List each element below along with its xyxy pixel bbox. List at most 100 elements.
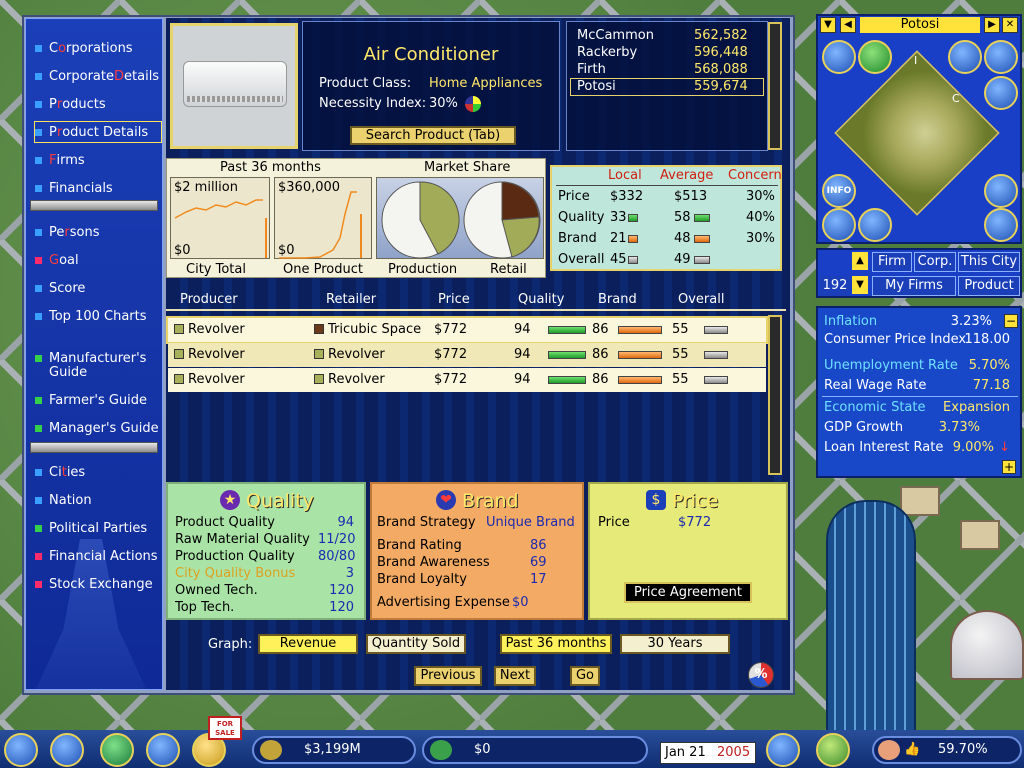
brand-icon: ❤ bbox=[436, 490, 456, 510]
sidebar-item-6[interactable]: Pe r sons bbox=[35, 222, 161, 242]
bullet-icon bbox=[35, 424, 42, 432]
sidebar-item-12[interactable]: Farmer's Guide bbox=[35, 390, 161, 410]
dollar-icon[interactable] bbox=[858, 40, 892, 74]
corp-filter-button[interactable]: Corp. bbox=[914, 252, 956, 272]
sidebar-item-11[interactable]: Guide bbox=[35, 362, 161, 382]
sidebar-item-8[interactable]: Score bbox=[35, 278, 161, 298]
sidebar-item-label: Manager's Guide bbox=[49, 420, 159, 436]
expand-icon[interactable]: + bbox=[1002, 460, 1016, 474]
this-city-filter-button[interactable]: This City bbox=[958, 252, 1020, 272]
sidebar-item-15[interactable]: Nation bbox=[35, 490, 161, 510]
sidebar-item-14[interactable]: Ci t ies bbox=[35, 462, 161, 482]
info-label: INFO bbox=[826, 186, 852, 196]
map-next-button[interactable]: ▶ bbox=[984, 17, 1000, 33]
sidebar-item-1[interactable]: Corporate Details bbox=[35, 66, 161, 86]
sidebar-item-18[interactable]: Stock Exchange bbox=[35, 574, 161, 594]
product-class-label: Product Class: bbox=[319, 76, 412, 91]
city-name[interactable]: Potosi bbox=[577, 79, 616, 94]
table-row[interactable]: Revolver Revolver $772 94 86 55 bbox=[168, 343, 766, 367]
comparison-header-rule bbox=[556, 185, 778, 186]
sidebar-item-7[interactable]: Goal bbox=[35, 250, 161, 270]
quantity-sold-button[interactable]: Quantity Sold bbox=[366, 634, 466, 654]
city-name[interactable]: Rackerby bbox=[577, 45, 637, 60]
advertising-value: $0 bbox=[512, 595, 529, 610]
next-button[interactable]: Next bbox=[494, 666, 536, 686]
factory-icon[interactable] bbox=[984, 174, 1018, 208]
city-list-scrollbar[interactable] bbox=[768, 22, 782, 150]
pickaxe-icon[interactable] bbox=[984, 40, 1018, 74]
overall-cell: 55 bbox=[672, 347, 689, 362]
products-table-scrollbar[interactable] bbox=[768, 315, 782, 475]
building-menu-icon[interactable] bbox=[4, 733, 38, 767]
bullet-icon bbox=[35, 184, 42, 192]
firm-filter-button[interactable]: Firm bbox=[872, 252, 912, 272]
city-view-icon[interactable] bbox=[858, 208, 892, 242]
table-row[interactable]: Revolver Tricubic Space $772 94 86 55 bbox=[166, 316, 768, 344]
sidebar-item-label: P bbox=[49, 96, 57, 112]
globe-icon[interactable] bbox=[100, 733, 134, 767]
comparison-average: $513 bbox=[674, 189, 708, 204]
necessity-icon bbox=[465, 96, 481, 112]
comparison-average: 48 bbox=[674, 231, 691, 246]
industry-icon[interactable] bbox=[984, 208, 1018, 242]
30-years-button[interactable]: 30 Years bbox=[620, 634, 730, 654]
sidebar-item-17[interactable]: Financial Actions bbox=[35, 546, 161, 566]
table-header[interactable]: Quality bbox=[518, 292, 564, 307]
capitol-icon[interactable] bbox=[766, 733, 800, 767]
go-button[interactable]: Go bbox=[570, 666, 600, 686]
collapse-icon[interactable]: − bbox=[1004, 314, 1018, 328]
city-name[interactable]: McCammon bbox=[577, 28, 654, 43]
info-button[interactable]: INFO bbox=[822, 174, 856, 208]
map-first-button[interactable]: ▼ bbox=[820, 17, 836, 33]
link-icon[interactable] bbox=[984, 76, 1018, 110]
map-menu-icon[interactable] bbox=[50, 733, 84, 767]
table-header[interactable]: Price bbox=[438, 292, 470, 307]
bullet-icon bbox=[35, 156, 42, 164]
table-header[interactable]: Brand bbox=[598, 292, 637, 307]
gdp-value: 3.73% bbox=[938, 420, 980, 435]
sidebar-item-2[interactable]: Pr oducts bbox=[35, 94, 161, 114]
product-filter-button[interactable]: Product bbox=[958, 276, 1020, 296]
filter-down-button[interactable]: ▼ bbox=[852, 276, 868, 294]
sidebar-item-16[interactable]: Political Parties bbox=[35, 518, 161, 538]
sidebar-item-9[interactable]: Top 100 Charts bbox=[35, 306, 161, 326]
table-header[interactable]: Producer bbox=[180, 292, 238, 307]
table-row[interactable]: Revolver Revolver $772 94 86 55 bbox=[168, 368, 766, 392]
building-icon[interactable] bbox=[822, 208, 856, 242]
sidebar-item-3[interactable]: Pr oduct Details bbox=[34, 121, 162, 143]
price-agreement-button[interactable]: Price Agreement bbox=[624, 582, 752, 603]
city-hall-icon[interactable] bbox=[816, 733, 850, 767]
my-firms-filter-button[interactable]: My Firms bbox=[872, 276, 956, 296]
past-36-months-button[interactable]: Past 36 months bbox=[500, 634, 612, 654]
cpi-value: 118.00 bbox=[964, 332, 1011, 347]
bullet-icon bbox=[35, 312, 42, 320]
table-header[interactable]: Retailer bbox=[326, 292, 376, 307]
bullet-icon bbox=[35, 354, 42, 362]
comparison-average-bar bbox=[694, 235, 710, 243]
brand-row-label: Brand Rating bbox=[377, 538, 462, 553]
map-prev-button[interactable]: ◀ bbox=[840, 17, 856, 33]
sidebar-item-4[interactable]: Firms bbox=[35, 150, 161, 170]
bar-chart-icon[interactable] bbox=[822, 40, 856, 74]
percent-icon[interactable]: % bbox=[748, 662, 774, 688]
sidebar-item-label: Pe bbox=[49, 224, 65, 240]
money-bag-icon bbox=[260, 740, 282, 760]
sidebar-item-13[interactable]: Manager's Guide bbox=[35, 418, 161, 438]
table-header[interactable]: Overall bbox=[678, 292, 724, 307]
sidebar-item-5[interactable]: Financials bbox=[35, 178, 161, 198]
revenue-button[interactable]: Revenue bbox=[258, 634, 358, 654]
sidebar-item-0[interactable]: Co rporations bbox=[35, 38, 161, 58]
quality-row-value: 3 bbox=[345, 566, 354, 581]
trend-chart-icon[interactable] bbox=[948, 40, 982, 74]
search-product-button[interactable]: Search Product (Tab) bbox=[350, 126, 516, 145]
sidebar-item-label: Financials bbox=[49, 180, 113, 196]
city-name[interactable]: Firth bbox=[577, 62, 606, 77]
filter-up-button[interactable]: ▲ bbox=[852, 252, 868, 270]
inflation-value: 3.23% bbox=[950, 314, 992, 329]
brand-strategy-value[interactable]: Unique Brand bbox=[486, 515, 575, 530]
comparison-local-bar bbox=[628, 235, 638, 243]
previous-button[interactable]: Previous bbox=[414, 666, 482, 686]
brand-bar bbox=[618, 326, 662, 334]
info-icon[interactable] bbox=[146, 733, 180, 767]
map-close-button[interactable]: ✕ bbox=[1002, 17, 1018, 33]
